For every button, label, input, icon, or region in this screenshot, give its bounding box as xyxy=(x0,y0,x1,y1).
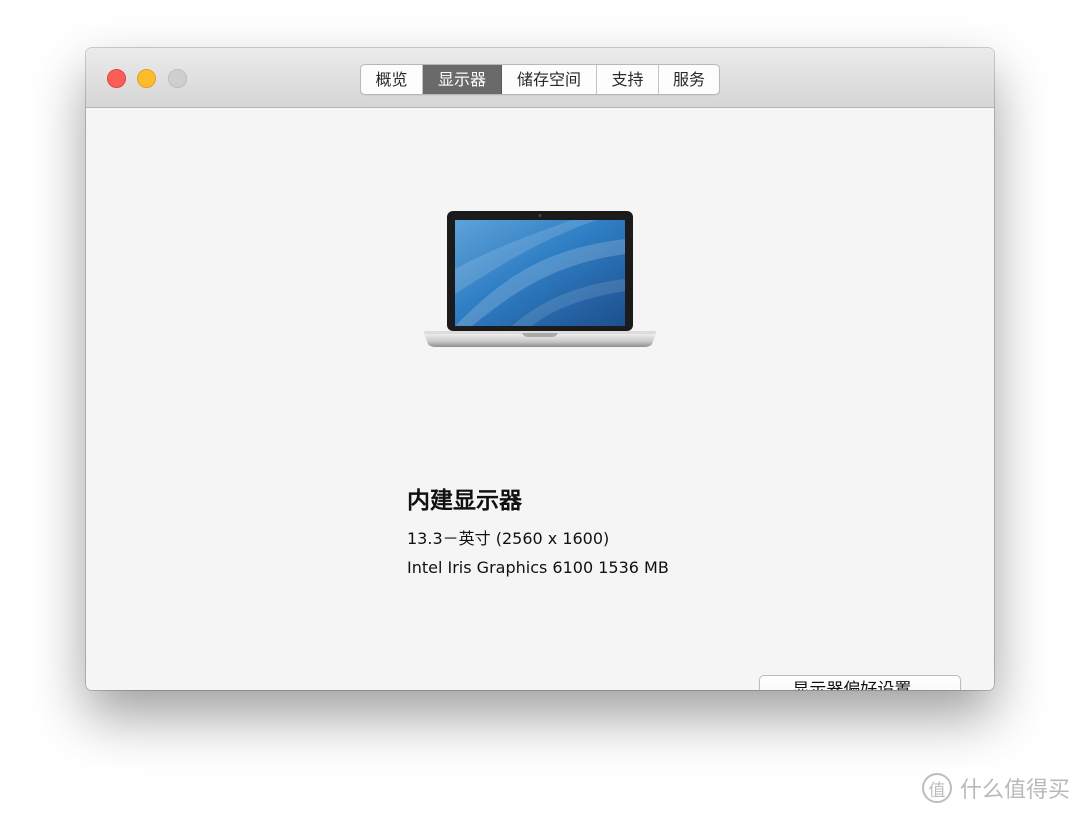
tab-bar: 概览 显示器 储存空间 支持 服务 xyxy=(360,64,720,95)
title-bar: 概览 显示器 储存空间 支持 服务 xyxy=(86,48,994,108)
display-name: 内建显示器 xyxy=(407,488,522,514)
about-this-mac-window: 概览 显示器 储存空间 支持 服务 内建显示器 13.3－英寸 (2560 x … xyxy=(86,48,994,690)
displays-panel: 内建显示器 13.3－英寸 (2560 x 1600) Intel Iris G… xyxy=(86,108,994,690)
close-button[interactable] xyxy=(107,69,126,88)
tab-displays[interactable]: 显示器 xyxy=(423,65,502,94)
screenshot-stage: 概览 显示器 储存空间 支持 服务 内建显示器 13.3－英寸 (2560 x … xyxy=(0,0,1080,814)
display-graphics: Intel Iris Graphics 6100 1536 MB xyxy=(407,558,669,577)
tab-overview[interactable]: 概览 xyxy=(361,65,423,94)
tab-service[interactable]: 服务 xyxy=(659,65,719,94)
display-size-resolution: 13.3－英寸 (2560 x 1600) xyxy=(407,529,610,548)
watermark-logo-icon: 值 xyxy=(921,773,952,803)
zoom-button[interactable] xyxy=(168,69,187,88)
site-watermark: 值 什么值得买 xyxy=(921,772,1070,804)
tab-storage[interactable]: 储存空间 xyxy=(502,65,597,94)
display-preferences-button[interactable]: 显示器偏好设置... xyxy=(759,675,961,690)
macbook-pro-icon xyxy=(424,211,656,347)
minimize-button[interactable] xyxy=(137,69,156,88)
watermark-text: 什么值得买 xyxy=(959,778,1070,803)
tab-support[interactable]: 支持 xyxy=(597,65,659,94)
